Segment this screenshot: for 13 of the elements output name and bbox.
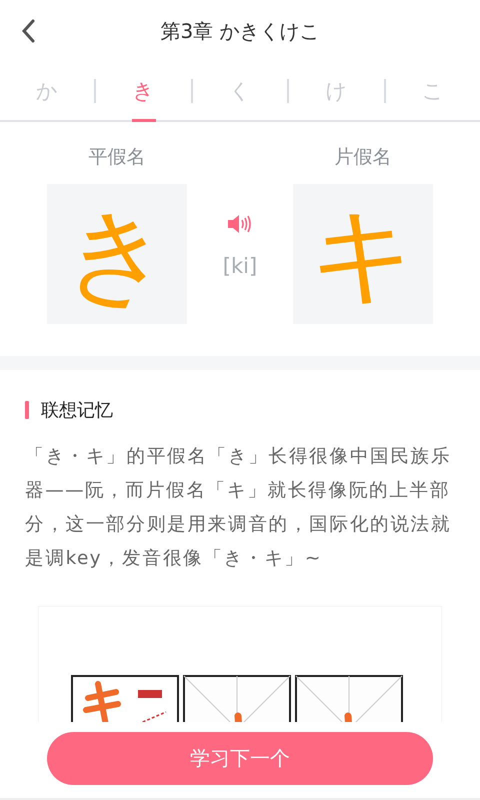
memory-text: 「き・キ」的平假名「き」长得很像中国民族乐器——阮，而片假名「キ」就长得像阮的上半部分，这一部分则是用来调音的，国际化的说法就是调key，发音很像「き・キ」~ (25, 445, 452, 571)
heading-marker (25, 401, 29, 419)
hiragana-label: 平假名 (88, 145, 146, 170)
romaji-text: [ki] (222, 254, 258, 278)
hiragana-character: き (64, 202, 170, 306)
section-heading: 联想记忆 (41, 399, 113, 422)
next-button[interactable]: 学习下一个 (47, 732, 433, 785)
page-title: 第3章 かきくけこ (160, 18, 320, 44)
back-icon (21, 19, 35, 43)
katakana-label: 片假名 (334, 145, 392, 170)
speaker-icon[interactable] (226, 214, 253, 234)
kana-tab[interactable]: き (96, 62, 191, 120)
katakana-character: キ (310, 202, 416, 306)
